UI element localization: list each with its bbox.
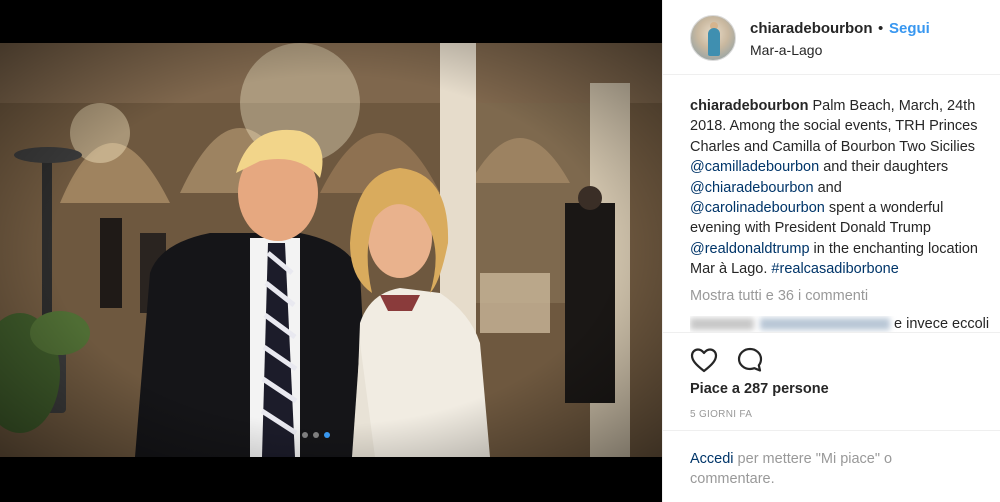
comment-text: e invece eccoli bbox=[894, 316, 990, 332]
actions-section: Piace a 287 persone 5 GIORNI FA Accedi p… bbox=[663, 332, 1000, 502]
post-media bbox=[0, 0, 662, 502]
blurred-mention bbox=[760, 318, 890, 331]
comment-icon[interactable] bbox=[735, 345, 765, 375]
login-link[interactable]: Accedi bbox=[690, 451, 734, 467]
carousel-dot[interactable] bbox=[313, 432, 319, 438]
carousel-dot[interactable] bbox=[302, 432, 308, 438]
mention-link[interactable]: @camilladebourbon bbox=[690, 159, 819, 175]
caption-text: and bbox=[813, 179, 842, 196]
post-photo[interactable] bbox=[0, 43, 662, 457]
blurred-username bbox=[690, 318, 754, 331]
divider bbox=[663, 430, 1000, 431]
login-prompt: Accedi per mettere "Mi piace" o commenta… bbox=[690, 449, 940, 490]
comment-item: e invece eccoli bbox=[690, 316, 990, 332]
heart-icon[interactable] bbox=[689, 345, 719, 375]
header-username[interactable]: chiaradebourbon bbox=[750, 20, 873, 37]
carousel-dot-active[interactable] bbox=[324, 432, 330, 438]
header-separator: • bbox=[878, 20, 884, 37]
mention-link[interactable]: @chiaradebourbon bbox=[690, 180, 814, 196]
photo-illustration bbox=[0, 43, 662, 457]
mention-link[interactable]: @realdonaldtrump bbox=[690, 241, 810, 257]
caption-text: and their daughters bbox=[819, 159, 949, 176]
hashtag-link[interactable]: #realcasadiborbone bbox=[771, 261, 898, 277]
post-side-panel: chiaradebourbon • Segui Mar-a-Lago chiar… bbox=[662, 0, 1000, 502]
avatar[interactable] bbox=[690, 15, 736, 61]
follow-button[interactable]: Segui bbox=[889, 20, 930, 37]
avatar-figure bbox=[708, 28, 720, 56]
location-link[interactable]: Mar-a-Lago bbox=[750, 42, 822, 58]
likes-count[interactable]: Piace a 287 persone bbox=[690, 381, 829, 397]
caption-username[interactable]: chiaradebourbon bbox=[690, 98, 808, 114]
post-header: chiaradebourbon • Segui Mar-a-Lago bbox=[663, 0, 1000, 75]
view-all-comments-link[interactable]: Mostra tutti e 36 i commenti bbox=[690, 288, 868, 304]
post-caption: chiaradebourbon Palm Beach, March, 24th … bbox=[690, 96, 980, 280]
carousel-indicator bbox=[302, 432, 330, 438]
mention-link[interactable]: @carolinadebourbon bbox=[690, 200, 825, 216]
post-date[interactable]: 5 GIORNI FA bbox=[690, 409, 752, 420]
